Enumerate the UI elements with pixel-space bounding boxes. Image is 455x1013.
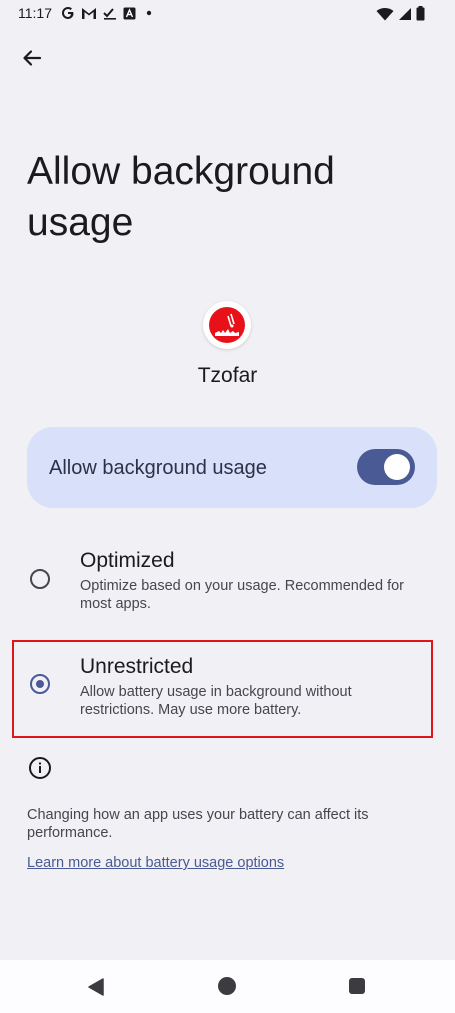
status-time: 11:17: [18, 5, 52, 21]
gmail-icon: [82, 7, 96, 19]
google-icon: [62, 7, 74, 19]
learn-more-link[interactable]: Learn more about battery usage options: [27, 855, 284, 871]
optimized-title: Optimized: [80, 549, 175, 572]
status-bar: 11:17: [0, 0, 455, 28]
optimized-description: Optimize based on your usage. Recommende…: [80, 578, 405, 612]
signal-icon: [399, 7, 411, 20]
battery-info-text: Changing how an app uses your battery ca…: [27, 807, 369, 841]
back-button[interactable]: [17, 43, 47, 73]
app-icon: [123, 7, 136, 19]
optimized-radio[interactable]: [30, 569, 50, 589]
allow-background-usage-switch[interactable]: [357, 449, 415, 485]
option-unrestricted[interactable]: Unrestricted Allow battery usage in back…: [12, 640, 433, 738]
tasks-icon: [103, 8, 116, 20]
unrestricted-description: Allow battery usage in background withou…: [80, 684, 352, 718]
dot-icon: [146, 10, 152, 16]
allow-background-usage-label: Allow background usage: [49, 457, 267, 479]
nav-back-icon[interactable]: [86, 977, 106, 997]
tzofar-app-icon: [203, 301, 251, 349]
radio-selected-dot: [36, 680, 44, 688]
option-optimized[interactable]: Optimized Optimize based on your usage. …: [14, 531, 432, 629]
arrow-back-icon: [23, 50, 42, 66]
notification-icons: [61, 6, 152, 20]
unrestricted-title: Unrestricted: [80, 655, 194, 678]
battery-icon: [416, 6, 425, 21]
app-name: Tzofar: [197, 364, 258, 387]
page-title: Allow background usage: [27, 150, 335, 244]
system-status-icons: [376, 6, 425, 21]
nav-home-icon[interactable]: [218, 977, 236, 995]
info-icon: [29, 757, 51, 779]
switch-thumb: [384, 454, 410, 480]
navigation-bar: [0, 960, 455, 1013]
nav-recents-icon[interactable]: [349, 978, 365, 994]
unrestricted-radio[interactable]: [30, 674, 50, 694]
allow-background-usage-card[interactable]: Allow background usage: [27, 427, 437, 508]
wifi-icon: [376, 7, 394, 20]
